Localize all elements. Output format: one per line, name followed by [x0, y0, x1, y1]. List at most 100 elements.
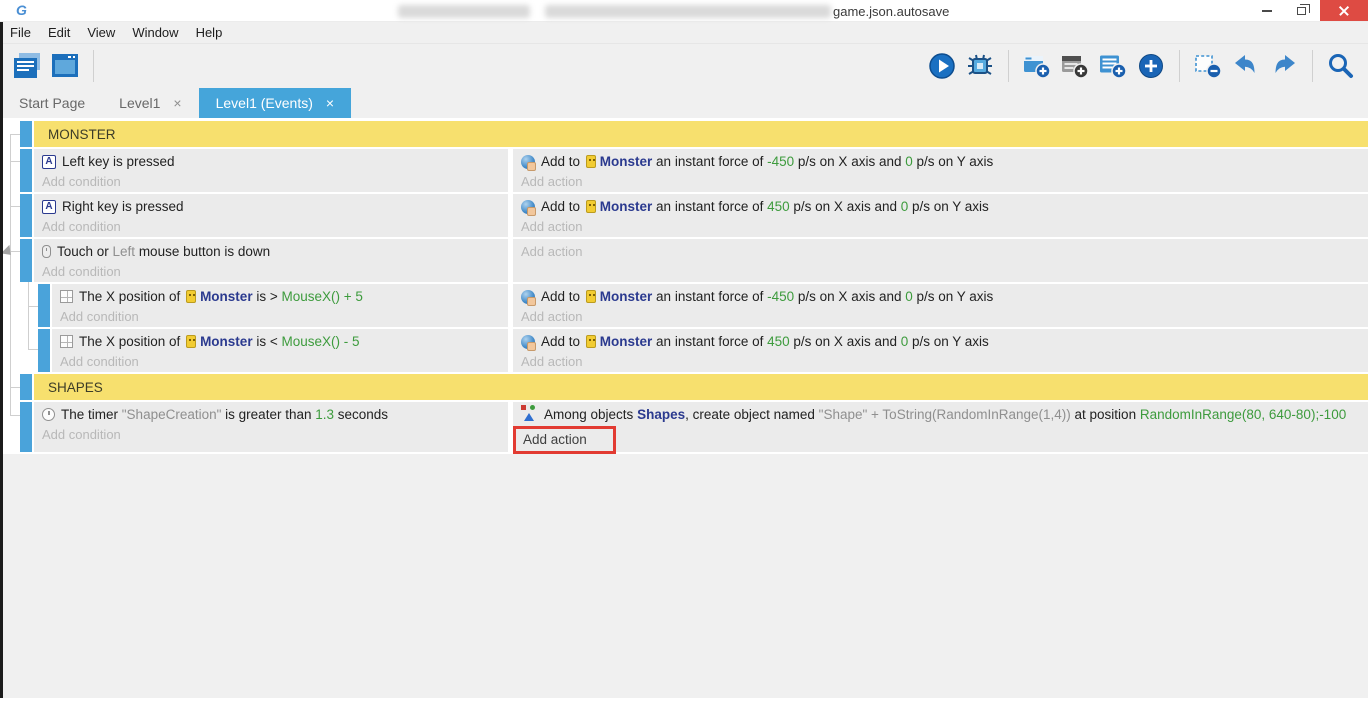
tab-level1-events-[interactable]: Level1 (Events)×: [199, 88, 351, 118]
instruction-text: is: [253, 289, 270, 304]
tab-close-icon[interactable]: ×: [326, 95, 334, 111]
group-header[interactable]: SHAPES: [34, 374, 1368, 400]
add-condition-button[interactable]: Add condition: [42, 173, 508, 191]
instruction-text: 1.3: [315, 407, 334, 422]
event-condition[interactable]: The X position of Monster is > MouseX() …: [60, 286, 508, 307]
instruction-text: The timer: [61, 407, 122, 422]
event-action[interactable]: Add to Monster an instant force of -450 …: [521, 151, 1368, 172]
group-header-shapes[interactable]: SHAPES: [20, 374, 1368, 400]
tab-start-page[interactable]: Start Page: [2, 88, 102, 118]
debug-button[interactable]: [964, 50, 996, 82]
gdevelop-window: G game.json.autosave FileEditViewWindowH…: [0, 0, 1368, 705]
actions-cell: Add action: [513, 239, 1368, 282]
instruction-text: Left key is pressed: [62, 154, 175, 169]
tab-level1[interactable]: Level1 ×: [102, 88, 198, 118]
event-condition[interactable]: ARight key is pressed: [42, 196, 508, 217]
event-cells: The timer "ShapeCreation" is greater tha…: [34, 402, 1368, 452]
event-handle[interactable]: [20, 402, 32, 452]
close-button[interactable]: [1320, 0, 1368, 21]
instruction-text: an instant force of: [652, 289, 767, 304]
event-handle[interactable]: [38, 329, 50, 372]
instruction-text: p/s on X axis and: [790, 199, 901, 214]
add-condition-button[interactable]: Add condition: [42, 426, 508, 444]
event-action[interactable]: Add to Monster an instant force of -450 …: [521, 286, 1368, 307]
actions-cell: Add to Monster an instant force of 450 p…: [513, 329, 1368, 372]
instruction-text: MouseX() + 5: [281, 289, 362, 304]
add-comment-button[interactable]: [1059, 50, 1091, 82]
instruction-text: The X position of: [79, 289, 184, 304]
event-handle[interactable]: [20, 194, 32, 237]
toolbar-separator: [1179, 50, 1180, 82]
event-condition[interactable]: A Left key is pressed: [42, 151, 508, 172]
add-action-button[interactable]: Add action: [521, 218, 1368, 236]
add-condition-button[interactable]: Add condition: [42, 263, 508, 281]
event-action[interactable]: Add to Monster an instant force of 450 p…: [521, 196, 1368, 217]
timer-icon: [42, 408, 55, 421]
add-comment-icon: [1061, 52, 1089, 80]
remove-event-button[interactable]: [1192, 50, 1224, 82]
force-icon: [521, 335, 535, 349]
event-handle[interactable]: [20, 239, 32, 282]
object-name: Monster: [584, 199, 653, 214]
monster-object-icon: [586, 290, 596, 303]
add-condition-button[interactable]: Add condition: [60, 353, 508, 371]
toolbar-separator: [1008, 50, 1009, 82]
empty-area: [0, 454, 1368, 705]
remove-event-icon: [1194, 52, 1222, 80]
menu-file[interactable]: File: [10, 25, 31, 40]
add-action-button[interactable]: Add action: [521, 241, 1368, 262]
group-title: MONSTER: [48, 127, 116, 142]
instruction-text: at position: [1071, 407, 1140, 422]
add-instruction-button[interactable]: [1135, 50, 1167, 82]
add-condition-button[interactable]: Add condition: [42, 218, 508, 236]
menu-help[interactable]: Help: [196, 25, 223, 40]
event-handle[interactable]: [20, 121, 32, 147]
object-name: Monster: [584, 334, 653, 349]
minimize-button[interactable]: [1252, 0, 1282, 21]
monster-object-icon: [586, 200, 596, 213]
undo-button[interactable]: [1230, 50, 1262, 82]
redo-button[interactable]: [1268, 50, 1300, 82]
instruction-text: MouseX() - 5: [281, 334, 359, 349]
group-header-monster[interactable]: MONSTER: [20, 121, 1368, 147]
tab-close-icon[interactable]: ×: [173, 95, 181, 111]
scene-editor-button[interactable]: [49, 50, 81, 82]
conditions-cell: A Left key is pressed Add condition: [34, 149, 508, 192]
add-subevent-button[interactable]: [1097, 50, 1129, 82]
instruction-text: Add to: [541, 334, 584, 349]
keyboard-key-icon: A: [42, 155, 56, 169]
object-name: Monster: [584, 289, 653, 304]
event-condition[interactable]: The X position of Monster is < MouseX() …: [60, 331, 508, 352]
instruction-text: 450: [767, 199, 790, 214]
instruction-text: an instant force of: [652, 154, 767, 169]
restore-button[interactable]: [1286, 0, 1316, 21]
add-action-button[interactable]: Add action: [521, 308, 1368, 326]
menu-view[interactable]: View: [87, 25, 115, 40]
monster-object-icon: [586, 335, 596, 348]
object-name: Shapes: [637, 407, 685, 422]
add-condition-button[interactable]: Add condition: [60, 308, 508, 326]
event-condition[interactable]: Touch or Left mouse button is down: [42, 241, 508, 262]
play-button[interactable]: [926, 50, 958, 82]
event-action[interactable]: Add to Monster an instant force of 450 p…: [521, 331, 1368, 352]
menu-window[interactable]: Window: [132, 25, 178, 40]
instruction-text: is: [253, 334, 270, 349]
menu-edit[interactable]: Edit: [48, 25, 70, 40]
tab-label: Level1: [119, 95, 160, 111]
event-action[interactable]: Among objects Shapes, create object name…: [521, 404, 1368, 425]
menu-bar: File Edit View Window Help: [0, 22, 1368, 44]
add-action-button[interactable]: Add action: [521, 353, 1368, 371]
add-action-button-highlighted[interactable]: Add action: [513, 426, 616, 454]
conditions-cell: Touch or Left mouse button is downAdd co…: [34, 239, 508, 282]
project-manager-button[interactable]: [11, 50, 43, 82]
event-condition[interactable]: The timer "ShapeCreation" is greater tha…: [42, 404, 508, 425]
event-handle[interactable]: [38, 284, 50, 327]
search-button[interactable]: [1325, 50, 1357, 82]
add-action-button[interactable]: Add action: [521, 173, 1368, 191]
event-cells: Touch or Left mouse button is downAdd co…: [34, 239, 1368, 282]
add-event-button[interactable]: [1021, 50, 1053, 82]
group-header[interactable]: MONSTER: [34, 121, 1368, 147]
event-handle[interactable]: [20, 374, 32, 400]
event-handle[interactable]: [20, 149, 32, 192]
debug-icon: [966, 52, 994, 80]
